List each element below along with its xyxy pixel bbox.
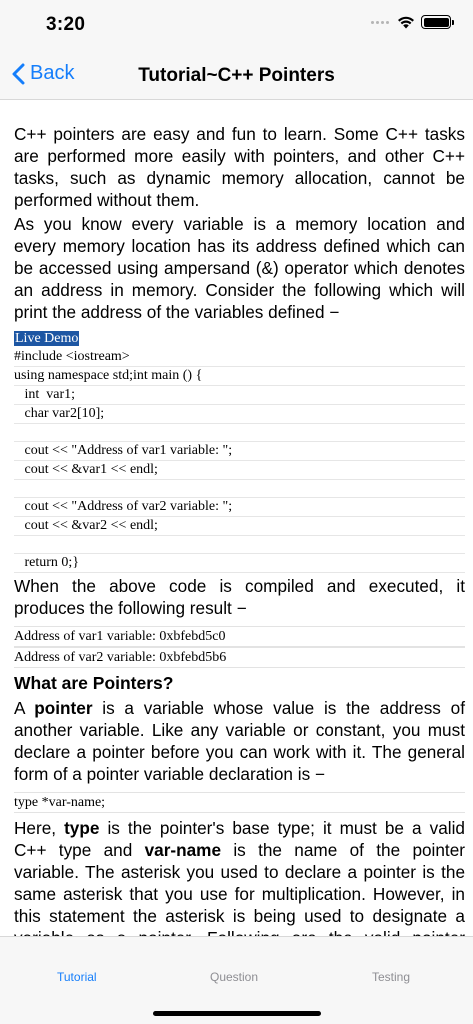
code-line: int var1; xyxy=(14,386,465,405)
navigation-bar: Back Tutorial~C++ Pointers xyxy=(0,52,473,100)
signal-icon xyxy=(371,20,389,24)
result-block: Address of var1 variable: 0xbfebd5c0 Add… xyxy=(14,626,465,668)
code-line: cout << &var1 << endl; xyxy=(14,461,465,480)
status-icons xyxy=(371,15,454,29)
declaration-block: type *var-name; xyxy=(14,792,465,813)
result-line: Address of var2 variable: 0xbfebd5b6 xyxy=(14,647,465,668)
result-intro: When the above code is compiled and exec… xyxy=(14,576,465,618)
tab-tutorial[interactable]: Tutorial xyxy=(57,970,97,984)
code-line xyxy=(14,424,465,442)
declaration-line: type *var-name; xyxy=(14,792,465,813)
code-line: char var2[10]; xyxy=(14,405,465,424)
pointer-paragraph: A pointer is a variable whose value is t… xyxy=(14,698,465,784)
code-block: Live Demo #include <iostream> using name… xyxy=(14,330,465,573)
code-line: cout << "Address of var1 variable: "; xyxy=(14,442,465,461)
status-time: 3:20 xyxy=(46,14,86,35)
section-heading: What are Pointers? xyxy=(14,673,174,693)
intro-paragraph-1: C++ pointers are easy and fun to learn. … xyxy=(14,124,465,210)
code-line: using namespace std;int main () { xyxy=(14,367,465,386)
code-line xyxy=(14,480,465,498)
bold-term-type: type xyxy=(64,818,100,838)
tutorial-content[interactable]: C++ pointers are easy and fun to learn. … xyxy=(0,101,473,936)
code-line xyxy=(14,536,465,554)
code-line: cout << &var2 << endl; xyxy=(14,517,465,536)
bold-term-var-name: var-name xyxy=(144,840,222,860)
code-line: cout << "Address of var2 variable: "; xyxy=(14,498,465,517)
tab-bar: Tutorial Question Testing xyxy=(0,936,473,1024)
battery-icon xyxy=(421,15,454,29)
wifi-icon xyxy=(398,16,414,29)
tab-testing[interactable]: Testing xyxy=(372,970,410,984)
code-line: #include <iostream> xyxy=(14,348,465,367)
intro-paragraph-2: As you know every variable is a memory l… xyxy=(14,214,465,322)
here-paragraph: Here, type is the pointer's base type; i… xyxy=(14,818,465,936)
live-demo-link[interactable]: Live Demo xyxy=(14,331,80,346)
tab-question[interactable]: Question xyxy=(210,970,258,984)
status-bar: 3:20 xyxy=(0,0,473,52)
page-title: Tutorial~C++ Pointers xyxy=(138,65,335,86)
bold-term-pointer: pointer xyxy=(34,698,93,718)
home-indicator xyxy=(153,1011,321,1016)
code-line: return 0;} xyxy=(14,554,465,573)
result-line: Address of var1 variable: 0xbfebd5c0 xyxy=(14,626,465,647)
